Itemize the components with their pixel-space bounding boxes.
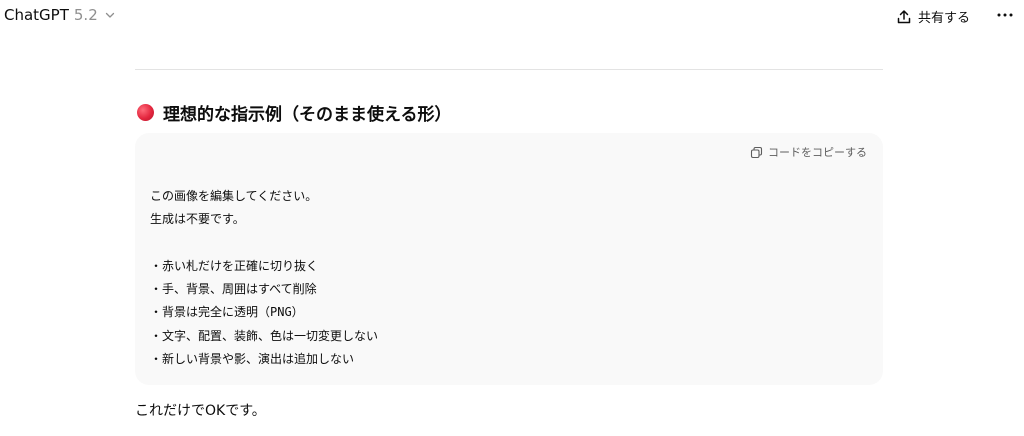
share-button[interactable]: 共有する: [896, 7, 970, 26]
closing-text: これだけでOKです。: [135, 403, 266, 419]
code-line: ・文字、配置、装飾、色は一切変更しない: [150, 328, 379, 343]
code-block: コードをコピーする この画像を編集してください。 生成は不要です。 ・赤い札だけ…: [135, 133, 883, 385]
red-circle-icon: [137, 104, 154, 121]
code-line: ・背景は完全に透明（PNG）: [150, 305, 304, 320]
model-picker[interactable]: ChatGPT 5.2: [4, 6, 116, 24]
chevron-down-icon: [105, 12, 114, 18]
copy-icon: [750, 146, 763, 158]
code-line: この画像を編集してください。: [150, 189, 318, 203]
code-content: この画像を編集してください。 生成は不要です。 ・赤い札だけを正確に切り抜く ・…: [150, 185, 378, 371]
heading-text: 理想的な指示例（そのまま使える形）: [163, 105, 452, 125]
top-bar: ChatGPT 5.2 共有する: [0, 0, 1024, 36]
code-line: ・新しい背景や影、演出は追加しない: [150, 352, 355, 367]
section-heading: 理想的な指示例（そのまま使える形）: [137, 100, 452, 125]
copy-label: コードをコピーする: [768, 146, 867, 159]
model-version: 5.2: [73, 6, 98, 24]
more-icon[interactable]: [996, 8, 1014, 22]
code-line: ・赤い札だけを正確に切り抜く: [150, 258, 319, 273]
code-line: 生成は不要です。: [150, 212, 245, 227]
model-name: ChatGPT: [4, 6, 69, 24]
divider: [135, 69, 883, 70]
code-line: ・手、背景、周囲はすべて削除: [150, 282, 317, 297]
share-label: 共有する: [918, 11, 971, 26]
copy-code-button[interactable]: コードをコピーする: [750, 144, 867, 160]
share-icon: [897, 9, 911, 23]
